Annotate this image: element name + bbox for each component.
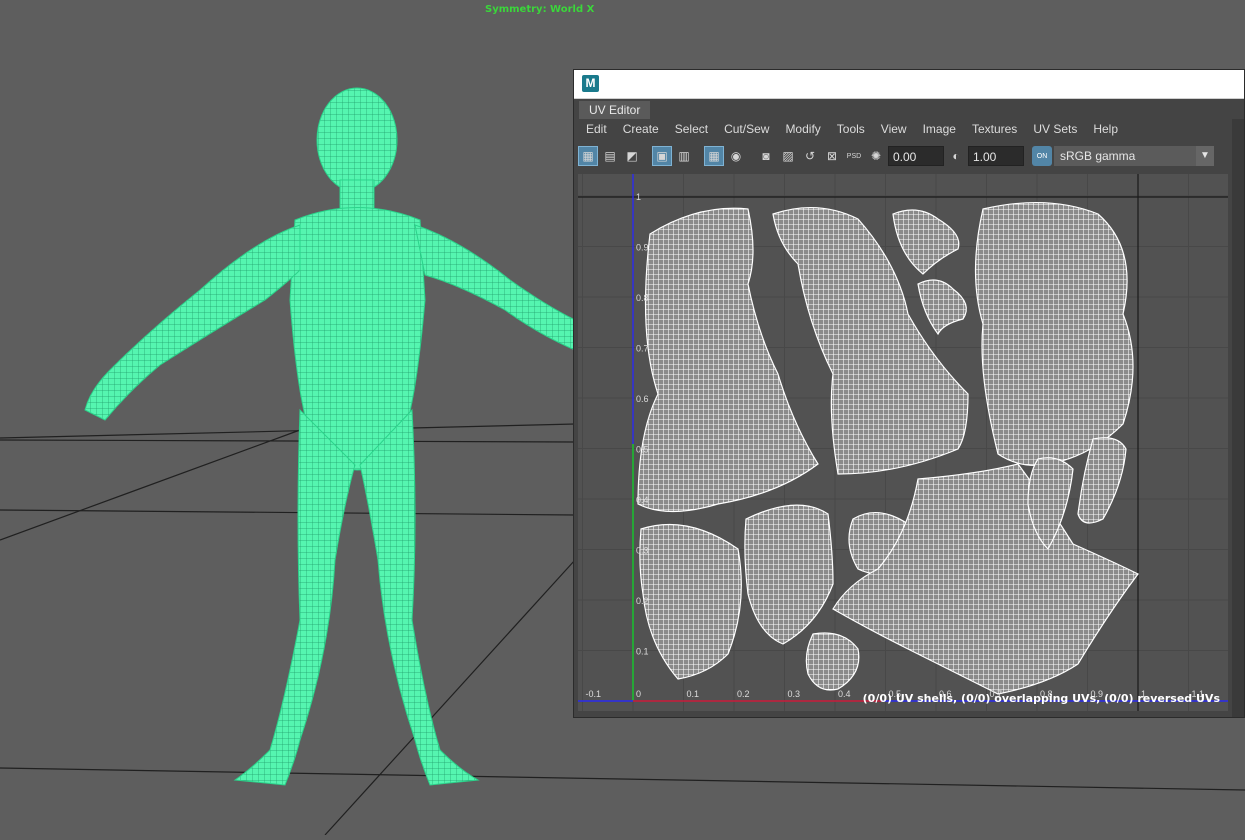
uv-toolbar: ▦ ▤ ◩ ▣ ▥ ▦ ◉ ◙ ▨ ↺ ⊠ PSD ✺ 0.00 ◐ 1.00 …	[578, 142, 1232, 170]
u-tick-label: 0.4	[838, 689, 851, 699]
exposure-field[interactable]: 0.00	[888, 146, 944, 166]
menu-uv-sets[interactable]: UV Sets	[1025, 119, 1085, 139]
character-mesh[interactable]	[84, 87, 576, 786]
chevron-down-icon: ▼	[1196, 146, 1214, 166]
v-tick-label: 0.4	[636, 495, 649, 505]
exposure-icon[interactable]: ✺	[866, 146, 886, 166]
menu-bar: Edit Create Select Cut/Sew Modify Tools …	[578, 119, 1232, 139]
menu-textures[interactable]: Textures	[964, 119, 1025, 139]
v-tick-label: 0.9	[636, 243, 649, 253]
symmetry-label: Symmetry: World X	[485, 4, 595, 15]
v-tick-label: 0.2	[636, 596, 649, 606]
color-space-value: sRGB gamma	[1060, 149, 1136, 163]
snapshot-icon[interactable]: ◙	[756, 146, 776, 166]
maya-logo-icon: M	[582, 75, 599, 92]
menu-select[interactable]: Select	[667, 119, 716, 139]
color-space-select[interactable]: sRGB gamma ▼	[1054, 146, 1214, 166]
menu-edit[interactable]: Edit	[578, 119, 615, 139]
v-tick-label: 0.3	[636, 546, 649, 556]
psd-icon[interactable]: PSD	[844, 146, 864, 166]
side-panel-strip	[1232, 119, 1244, 717]
gamma-icon[interactable]: ◐	[946, 146, 966, 166]
window-titlebar[interactable]: M	[574, 70, 1244, 99]
uv-editor-window[interactable]: M UV Editor Edit Create Select Cut/Sew M…	[573, 69, 1245, 718]
unfold-icon[interactable]: ↺	[800, 146, 820, 166]
u-tick-label: 0.2	[737, 689, 750, 699]
u-tick-label: -0.1	[586, 689, 602, 699]
uv-grid: -0.1 0 0.1 0.2 0.3 0.4 0.5 0.6 0.7 0.8 0.9 1 1.1 10.…	[578, 174, 1228, 711]
checker-icon[interactable]: ▥	[674, 146, 694, 166]
uv-layout-icon[interactable]: ◩	[622, 146, 642, 166]
menu-help[interactable]: Help	[1085, 119, 1126, 139]
v-tick-label: 0.7	[636, 344, 649, 354]
v-tick-label: 0.6	[636, 394, 649, 404]
texture-border-icon[interactable]: ▣	[652, 146, 672, 166]
menu-create[interactable]: Create	[615, 119, 667, 139]
v-tick-label: 0.5	[636, 445, 649, 455]
tab-uv-editor[interactable]: UV Editor	[579, 101, 651, 119]
menu-modify[interactable]: Modify	[777, 119, 828, 139]
uv-status-text: (0/0) UV shells, (0/0) overlapping UVs, …	[862, 692, 1220, 705]
uv-grid-icon[interactable]: ▤	[600, 146, 620, 166]
image-icon[interactable]: ▨	[778, 146, 798, 166]
grid-toggle-icon[interactable]: ▦	[704, 146, 724, 166]
menu-image[interactable]: Image	[915, 119, 964, 139]
v-tick-label: 0.1	[636, 647, 649, 657]
uv-canvas[interactable]: -0.1 0 0.1 0.2 0.3 0.4 0.5 0.6 0.7 0.8 0.9 1 1.1 1 0.…	[578, 174, 1228, 711]
menu-view[interactable]: View	[873, 119, 915, 139]
uv-shells[interactable]	[637, 201, 1139, 695]
menu-cut-sew[interactable]: Cut/Sew	[716, 119, 777, 139]
v-tick-label: 1	[636, 192, 641, 202]
menu-tools[interactable]: Tools	[829, 119, 873, 139]
v-tick-label: 0.8	[636, 293, 649, 303]
gamma-field[interactable]: 1.00	[968, 146, 1024, 166]
isolate-icon[interactable]: ◉	[726, 146, 746, 166]
u-tick-label: 0.1	[687, 689, 700, 699]
u-tick-label: 0	[636, 689, 641, 699]
color-management-toggle[interactable]: ON	[1032, 146, 1052, 166]
uv-shell-icon[interactable]: ▦	[578, 146, 598, 166]
u-tick-label: 0.3	[788, 689, 801, 699]
dim-image-icon[interactable]: ⊠	[822, 146, 842, 166]
